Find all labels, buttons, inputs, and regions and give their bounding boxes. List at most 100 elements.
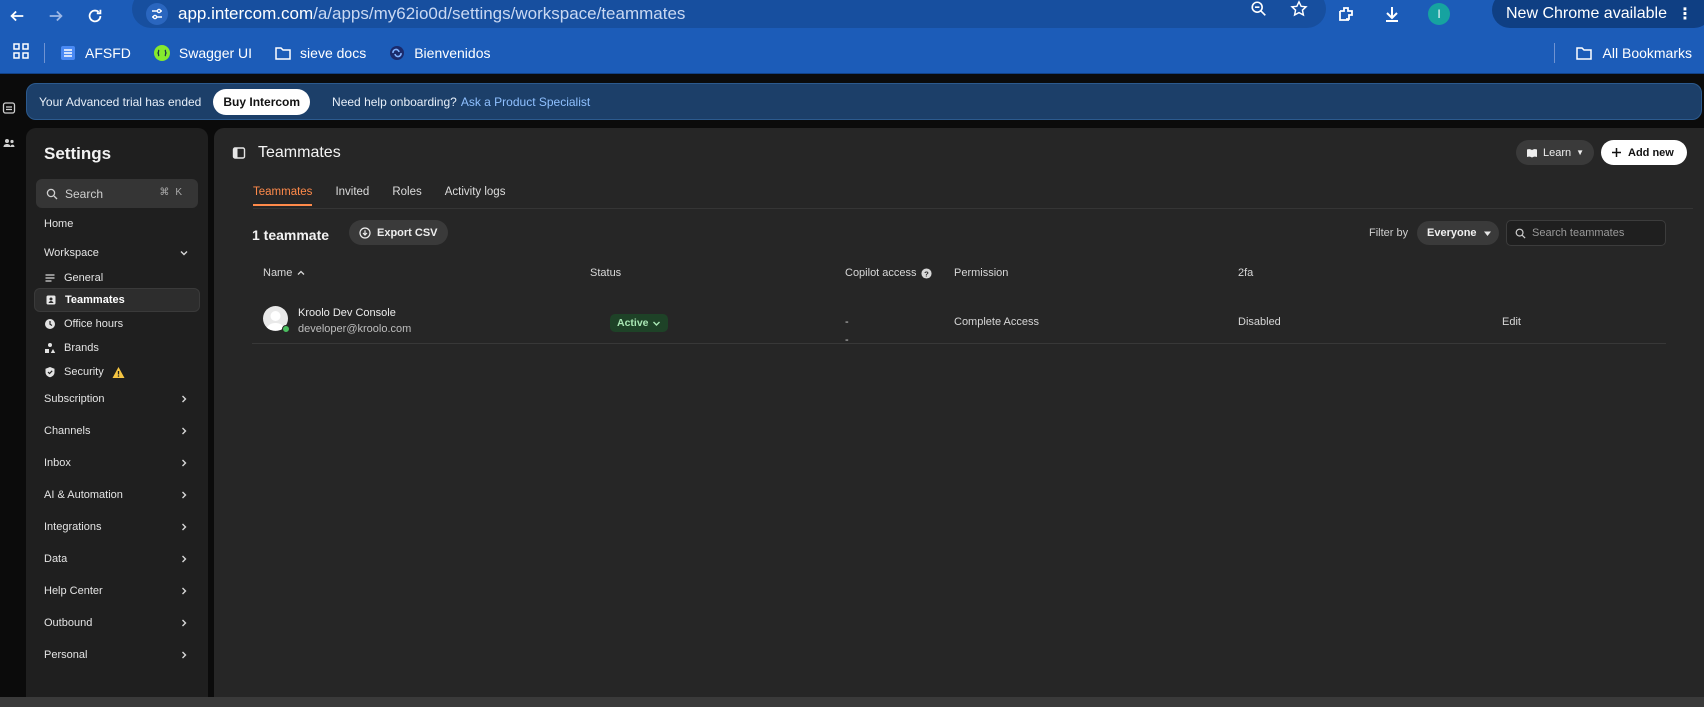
sidebar-item-inbox[interactable]: Inbox: [44, 453, 198, 473]
sort-up-icon: [297, 270, 305, 275]
export-csv-button[interactable]: Export CSV: [349, 220, 448, 245]
filter-label: Filter by: [1369, 227, 1409, 239]
chevron-right-icon: [178, 393, 190, 405]
download-icon[interactable]: [1382, 4, 1402, 24]
column-label: Status: [590, 267, 622, 279]
lines-icon: [44, 272, 56, 284]
sidebar-item-label: Personal: [44, 649, 88, 661]
sidebar-item-security[interactable]: Security: [34, 360, 200, 384]
url-path: /a/apps/my62io0d/settings/workspace/team…: [313, 4, 686, 23]
shapes-icon: [44, 342, 56, 354]
zoom-icon[interactable]: [1250, 0, 1268, 18]
bookmark-separator: [44, 42, 45, 63]
chrome-update-button[interactable]: New Chrome available ⋮: [1492, 0, 1704, 28]
teammate-count: 1 teammate: [252, 227, 330, 243]
help-icon[interactable]: ?: [920, 267, 932, 279]
sidebar-item-label: General: [64, 272, 104, 284]
reload-button[interactable]: [80, 2, 110, 30]
tab-activity-logs[interactable]: Activity logs: [445, 186, 506, 206]
sidebar-item-label: Office hours: [64, 318, 124, 330]
app-rail: [0, 74, 20, 707]
trailing-dash: -: [845, 334, 849, 346]
table-row[interactable]: Kroolo Dev Console developer@kroolo.com …: [252, 292, 1666, 344]
tab-teammates[interactable]: Teammates: [253, 186, 313, 206]
book-icon: [1527, 148, 1537, 158]
extensions-icon[interactable]: [1336, 4, 1356, 24]
warning-icon: [112, 366, 125, 379]
sidebar-toggle-icon[interactable]: [232, 146, 246, 160]
sidebar-item-brands[interactable]: Brands: [34, 336, 200, 360]
download-circle-icon: [359, 226, 371, 239]
status-dropdown[interactable]: Active: [610, 314, 668, 332]
sidebar-item-channels[interactable]: Channels: [44, 421, 198, 441]
twofa-value: Disabled: [1238, 316, 1281, 328]
search-teammates-input[interactable]: [1532, 227, 1652, 239]
sidebar-item-personal[interactable]: Personal: [44, 645, 198, 665]
update-label: New Chrome available: [1506, 5, 1667, 22]
address-bar[interactable]: app.intercom.com/a/apps/my62io0d/setting…: [132, 0, 1326, 28]
bookmark-swagger[interactable]: Swagger UI: [153, 44, 252, 62]
sidebar-item-home[interactable]: Home: [44, 214, 198, 234]
folder-icon: [1575, 47, 1592, 60]
sidebar-item-outbound[interactable]: Outbound: [44, 613, 198, 633]
link-icon: [390, 45, 405, 60]
sidebar-item-subscription[interactable]: Subscription: [44, 389, 198, 409]
product-specialist-link[interactable]: Ask a Product Specialist: [461, 95, 590, 109]
sidebar-item-workspace[interactable]: Workspace: [44, 243, 198, 263]
filter-dropdown[interactable]: Everyone: [1417, 221, 1499, 245]
sidebar-item-general[interactable]: General: [34, 266, 200, 290]
sidebar-item-ai-automation[interactable]: AI & Automation: [44, 485, 198, 505]
sidebar-item-label: Subscription: [44, 393, 105, 405]
sidebar-item-office-hours[interactable]: Office hours: [34, 312, 200, 336]
bottom-scroll-strip: [0, 697, 1704, 707]
forward-button[interactable]: [41, 2, 71, 30]
kebab-menu-icon[interactable]: ⋮: [1677, 4, 1693, 24]
add-new-button[interactable]: Add new: [1601, 140, 1687, 165]
url-text[interactable]: app.intercom.com/a/apps/my62io0d/setting…: [178, 4, 685, 24]
sidebar-item-teammates[interactable]: Teammates: [34, 288, 200, 312]
inbox-icon[interactable]: [2, 101, 16, 115]
bookmark-star-icon[interactable]: [1290, 0, 1308, 18]
bookmark-label: AFSFD: [85, 44, 131, 61]
all-bookmarks[interactable]: All Bookmarks: [1540, 32, 1692, 74]
caret-down-icon: [1483, 231, 1491, 236]
site-info-icon[interactable]: [146, 3, 168, 25]
chevron-right-icon: [178, 425, 190, 437]
sidebar-item-integrations[interactable]: Integrations: [44, 517, 198, 537]
people-icon[interactable]: [2, 136, 16, 150]
teammates-panel: Teammates Learn ▼ Add new Teammates Invi…: [214, 128, 1704, 707]
permission-value: Complete Access: [954, 316, 1039, 328]
settings-search[interactable]: Search ⌘K: [36, 179, 198, 208]
chevron-right-icon: [178, 617, 190, 629]
bookmark-label: sieve docs: [300, 44, 367, 61]
caret-down-icon: ▼: [1576, 148, 1585, 157]
learn-button[interactable]: Learn ▼: [1516, 140, 1594, 165]
search-label: Search: [65, 186, 104, 201]
sidebar-item-data[interactable]: Data: [44, 549, 198, 569]
edit-link[interactable]: Edit: [1502, 316, 1521, 328]
clock-icon: [44, 318, 56, 330]
buy-intercom-button[interactable]: Buy Intercom: [213, 88, 311, 115]
column-label: Permission: [954, 267, 1009, 279]
tab-invited[interactable]: Invited: [335, 186, 369, 206]
settings-sidebar: Settings Search ⌘K Home Workspace Genera…: [26, 128, 208, 707]
bookmark-separator: [1553, 43, 1555, 63]
copilot-access-value: -: [845, 316, 849, 328]
bookmark-bienvenidos[interactable]: Bienvenidos: [388, 44, 490, 62]
forward-arrow-icon: [49, 10, 63, 22]
sidebar-item-help-center[interactable]: Help Center: [44, 581, 198, 601]
bookmark-sieve-docs[interactable]: sieve docs: [274, 44, 366, 62]
bookmark-afsfd[interactable]: AFSFD: [59, 44, 131, 62]
tab-roles[interactable]: Roles: [392, 186, 421, 206]
chevron-right-icon: [178, 585, 190, 597]
page-title: Teammates: [258, 144, 341, 161]
column-header-name[interactable]: Name: [263, 267, 306, 279]
apps-grid-icon[interactable]: [12, 42, 30, 63]
help-text: Need help onboarding?: [332, 94, 457, 109]
search-teammates-field[interactable]: [1506, 220, 1666, 246]
back-button[interactable]: [2, 2, 32, 30]
profile-avatar[interactable]: I: [1428, 3, 1450, 25]
chevron-down-icon: [178, 247, 190, 259]
search-icon: [46, 188, 58, 199]
sidebar-item-label: Teammates: [65, 294, 125, 306]
